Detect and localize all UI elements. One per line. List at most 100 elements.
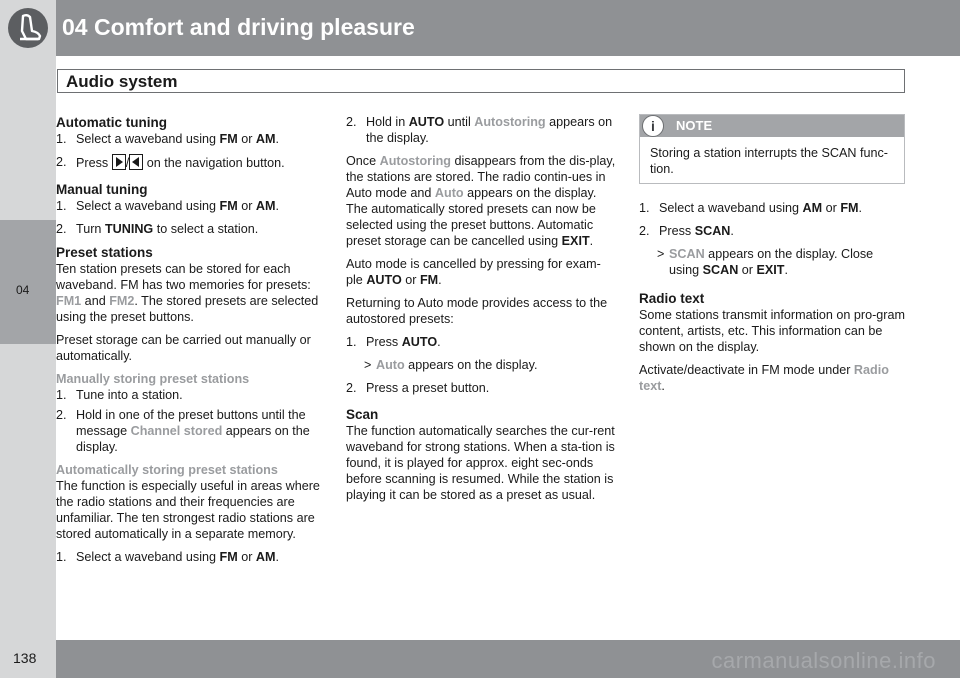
step-text: or xyxy=(738,263,757,277)
button-name: AM xyxy=(255,132,276,146)
text: . xyxy=(438,273,442,287)
step-text: Press xyxy=(76,156,112,170)
button-name: EXIT xyxy=(561,234,590,248)
button-name: AM xyxy=(255,199,276,213)
text: Once xyxy=(346,154,380,168)
step-number: 2. xyxy=(639,224,650,238)
display-text: Auto xyxy=(434,186,464,200)
button-name: AUTO xyxy=(401,335,438,349)
note-box: i NOTE Storing a station interrupts the … xyxy=(639,114,905,184)
result-marker: > xyxy=(364,358,372,372)
step-text: . xyxy=(858,201,863,215)
section-bar: Audio system xyxy=(57,69,905,93)
step-text: Hold in xyxy=(366,115,409,129)
text: or xyxy=(401,273,420,287)
step-text: Press xyxy=(659,224,695,238)
info-icon: i xyxy=(642,115,664,137)
list-item: 2. Hold in one of the preset buttons unt… xyxy=(56,407,324,455)
display-text: Auto xyxy=(376,358,405,372)
button-name: EXIT xyxy=(756,263,785,277)
section-title: Audio system xyxy=(66,72,178,91)
button-name: AM xyxy=(255,550,276,564)
step-text: Select a waveband using xyxy=(659,201,803,215)
button-name: FM xyxy=(219,132,238,146)
paragraph: Returning to Auto mode provides access t… xyxy=(346,296,608,326)
step-number: 1. xyxy=(346,335,357,349)
step-text: appears on the display. xyxy=(404,358,538,372)
display-text: Autostoring xyxy=(474,115,546,129)
list-item: 1. Select a waveband using FM or AM. xyxy=(56,549,324,565)
step-number: 2. xyxy=(56,222,67,236)
step-text: Turn xyxy=(76,222,105,236)
paragraph: Ten station presets can be stored for ea… xyxy=(56,261,324,325)
heading-automatically-storing: Automatically storing preset stations xyxy=(56,463,278,477)
step-number: 2. xyxy=(346,381,357,395)
step-text: Tune into a station. xyxy=(76,388,183,402)
step-text: on the navigation button. xyxy=(143,156,285,170)
step-number: 1. xyxy=(56,132,67,146)
step-text: . xyxy=(275,550,280,564)
list-item: 2. Press / on the navigation button. xyxy=(56,154,324,174)
column-1: Automatic tuning 1. Select a waveband us… xyxy=(56,114,324,572)
step-number: 1. xyxy=(56,388,67,402)
heading-scan: Scan xyxy=(346,407,379,422)
chapter-title: 04 Comfort and driving pleasure xyxy=(62,14,415,40)
display-text: FM1 xyxy=(56,294,82,308)
heading-preset-stations: Preset stations xyxy=(56,245,153,260)
step-number: 2. xyxy=(56,155,67,169)
text: . xyxy=(589,234,594,248)
button-name: SCAN xyxy=(694,224,731,238)
page-footer: 138 carmanualsonline.info xyxy=(0,640,960,678)
paragraph: The function is especially useful in are… xyxy=(56,479,320,541)
paragraph: Activate/deactivate in FM mode under Rad… xyxy=(639,362,905,394)
step-number: 2. xyxy=(56,408,67,422)
page-number: 138 xyxy=(13,650,37,666)
text: Ten station presets can be stored for ea… xyxy=(56,262,311,292)
list-item: 2. Press a preset button. xyxy=(346,380,616,396)
step-text: . xyxy=(437,335,441,349)
button-name: AUTO xyxy=(366,273,402,287)
result-marker: > xyxy=(657,247,665,261)
display-text: SCAN xyxy=(669,247,705,261)
display-text: Autostoring xyxy=(379,154,451,168)
right-arrow-button-icon xyxy=(111,154,126,174)
display-text: FM2 xyxy=(109,294,135,308)
seat-icon xyxy=(8,8,48,48)
column-2: 2. Hold in AUTO until Autostoring appear… xyxy=(346,114,616,510)
note-title: NOTE xyxy=(676,118,713,133)
left-arrow-button-icon xyxy=(129,154,144,174)
list-item: 1. Select a waveband using AM or FM. xyxy=(639,200,905,216)
button-name: SCAN xyxy=(702,263,739,277)
step-number: 1. xyxy=(56,550,67,564)
chapter-side-tab-label: 04 xyxy=(16,283,30,297)
heading-automatic-tuning: Automatic tuning xyxy=(56,115,167,130)
list-item: 1. Tune into a station. xyxy=(56,387,324,403)
step-text: Select a waveband using xyxy=(76,550,220,564)
button-name: FM xyxy=(419,273,439,287)
result-item: > SCAN appears on the display. Close usi… xyxy=(639,246,905,278)
step-text: or xyxy=(237,199,256,213)
step-text: Press xyxy=(366,335,402,349)
button-name: TUNING xyxy=(104,222,154,236)
button-name: FM xyxy=(840,201,859,215)
button-name: FM xyxy=(219,199,238,213)
step-text: to select a station. xyxy=(153,222,259,236)
chapter-header: 04 Comfort and driving pleasure xyxy=(0,0,960,56)
column-3: i NOTE Storing a station interrupts the … xyxy=(639,114,905,401)
button-name: AM xyxy=(802,201,823,215)
result-item: > Auto appears on the display. xyxy=(346,357,616,373)
step-text: . xyxy=(275,199,280,213)
step-text: or xyxy=(822,201,841,215)
heading-radio-text: Radio text xyxy=(639,291,705,306)
text: Activate/deactivate in FM mode under xyxy=(639,363,854,377)
page-number-box: 138 xyxy=(0,640,56,678)
chapter-icon-tab xyxy=(0,0,56,56)
step-number: 2. xyxy=(346,115,357,129)
paragraph: Some stations transmit information on pr… xyxy=(639,308,905,354)
list-item: 2. Press SCAN. xyxy=(639,223,905,239)
display-text: Channel stored xyxy=(130,424,223,438)
step-text: Select a waveband using xyxy=(76,132,220,146)
button-name: FM xyxy=(219,550,238,564)
paragraph: Auto mode is cancelled by pressing for e… xyxy=(346,256,616,288)
chapter-side-tab: 04 xyxy=(0,220,56,344)
